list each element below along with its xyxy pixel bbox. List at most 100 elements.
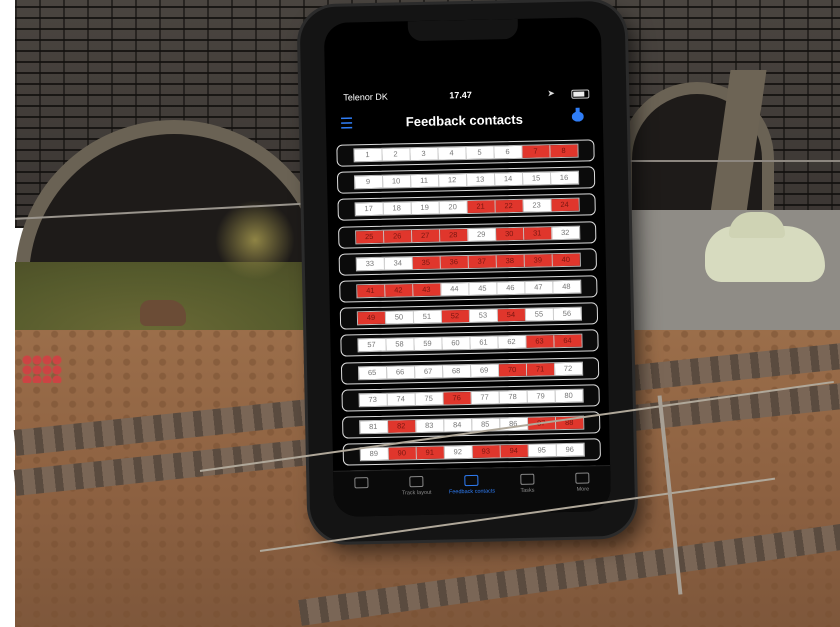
contact-cell-21[interactable]: 21 (467, 200, 496, 214)
contact-cell-52[interactable]: 52 (441, 310, 470, 323)
contact-cell-33[interactable]: 33 (356, 257, 385, 271)
contact-cell-72[interactable]: 72 (554, 362, 582, 375)
contact-cell-12[interactable]: 12 (438, 174, 467, 187)
contact-cell-18[interactable]: 18 (383, 202, 412, 216)
contact-cell-91[interactable]: 91 (416, 446, 445, 460)
navigation-bar: ☰ Feedback contacts (326, 107, 603, 137)
contact-cell-35[interactable]: 35 (412, 256, 441, 269)
contact-cell-37[interactable]: 37 (468, 255, 497, 268)
contact-cell-36[interactable]: 36 (440, 255, 469, 269)
contact-cell-96[interactable]: 96 (556, 443, 584, 457)
contact-cell-53[interactable]: 53 (469, 309, 498, 323)
contact-cell-3[interactable]: 3 (409, 147, 439, 161)
contact-cell-4[interactable]: 4 (437, 147, 467, 160)
contact-cell-8[interactable]: 8 (549, 144, 578, 158)
contact-cell-9[interactable]: 9 (354, 175, 383, 189)
contact-cell-28[interactable]: 28 (439, 228, 468, 242)
contact-cell-74[interactable]: 74 (387, 392, 416, 406)
contact-cell-62[interactable]: 62 (497, 336, 527, 349)
contact-cell-11[interactable]: 11 (410, 174, 439, 188)
contact-cell-64[interactable]: 64 (553, 334, 582, 348)
contact-cell-24[interactable]: 24 (551, 199, 579, 212)
power-toggle-icon[interactable] (571, 107, 584, 122)
contact-cell-55[interactable]: 55 (525, 308, 554, 321)
contact-cell-71[interactable]: 71 (526, 362, 555, 376)
contact-cell-76[interactable]: 76 (443, 391, 472, 405)
contact-cell-93[interactable]: 93 (472, 445, 501, 459)
contact-cell-69[interactable]: 69 (470, 363, 499, 377)
contact-cell-47[interactable]: 47 (524, 281, 553, 294)
contact-cell-65[interactable]: 65 (358, 366, 387, 379)
contact-cell-68[interactable]: 68 (442, 364, 471, 378)
contact-cell-39[interactable]: 39 (524, 253, 553, 267)
contact-cell-80[interactable]: 80 (554, 389, 583, 402)
contact-cell-63[interactable]: 63 (525, 335, 555, 349)
contact-cell-32[interactable]: 32 (551, 226, 579, 239)
contact-cell-15[interactable]: 15 (522, 172, 551, 186)
contact-cell-57[interactable]: 57 (357, 339, 387, 352)
contact-cell-25[interactable]: 25 (355, 230, 384, 243)
contact-cell-19[interactable]: 19 (411, 201, 440, 215)
contact-cell-56[interactable]: 56 (553, 307, 581, 321)
contact-cell-45[interactable]: 45 (468, 282, 497, 295)
contact-cell-83[interactable]: 83 (415, 419, 444, 432)
contact-cell-54[interactable]: 54 (497, 308, 526, 322)
contact-cell-50[interactable]: 50 (385, 311, 414, 324)
contact-cell-73[interactable]: 73 (359, 393, 388, 406)
contact-cell-43[interactable]: 43 (412, 283, 441, 297)
tab-track-layout[interactable]: Track layout (389, 470, 444, 517)
contact-cell-77[interactable]: 77 (471, 391, 500, 404)
contact-cell-7[interactable]: 7 (521, 145, 551, 158)
contact-cell-22[interactable]: 22 (495, 200, 524, 213)
contact-cell-14[interactable]: 14 (494, 173, 523, 186)
contact-cell-81[interactable]: 81 (359, 420, 388, 434)
contact-cell-30[interactable]: 30 (495, 227, 524, 240)
contact-cell-90[interactable]: 90 (388, 447, 417, 460)
contact-cell-16[interactable]: 16 (550, 171, 578, 185)
contact-cell-44[interactable]: 44 (440, 282, 469, 296)
contact-cell-82[interactable]: 82 (387, 419, 416, 433)
contact-cell-31[interactable]: 31 (523, 226, 552, 240)
tab-tasks[interactable]: Tasks (500, 467, 555, 514)
contact-cell-61[interactable]: 61 (469, 336, 499, 350)
contact-cell-89[interactable]: 89 (360, 447, 389, 461)
contact-cell-95[interactable]: 95 (528, 444, 557, 457)
contact-cell-79[interactable]: 79 (527, 389, 556, 403)
contact-cell-42[interactable]: 42 (384, 284, 414, 297)
contact-cell-51[interactable]: 51 (413, 310, 442, 324)
contact-cell-46[interactable]: 46 (496, 281, 525, 295)
contact-cell-17[interactable]: 17 (355, 203, 384, 216)
contact-cell-2[interactable]: 2 (381, 148, 411, 161)
contact-cell-75[interactable]: 75 (415, 392, 444, 405)
contact-cell-60[interactable]: 60 (441, 337, 471, 350)
contact-cell-78[interactable]: 78 (499, 390, 528, 404)
contact-cell-59[interactable]: 59 (413, 337, 443, 351)
contact-cell-70[interactable]: 70 (498, 363, 527, 376)
contact-cell-48[interactable]: 48 (552, 280, 580, 294)
contact-cell-67[interactable]: 67 (414, 365, 443, 378)
contact-cell-10[interactable]: 10 (382, 175, 411, 188)
contact-cell-38[interactable]: 38 (496, 254, 525, 268)
contact-cell-92[interactable]: 92 (444, 446, 473, 459)
contact-cell-1[interactable]: 1 (353, 148, 383, 162)
contact-cell-27[interactable]: 27 (411, 229, 440, 242)
tab-feedback-contacts[interactable]: Feedback contacts (445, 468, 500, 515)
tab-locomotive[interactable] (334, 471, 389, 517)
contact-cell-13[interactable]: 13 (466, 173, 495, 187)
contact-cell-26[interactable]: 26 (383, 229, 412, 243)
contact-cell-23[interactable]: 23 (523, 199, 552, 213)
contact-cell-20[interactable]: 20 (439, 201, 468, 214)
contact-cell-6[interactable]: 6 (493, 145, 523, 159)
smartphone: Telenor DK 17.47 ➤ ☰ Feedback contacts 1… (299, 0, 636, 543)
contact-cell-5[interactable]: 5 (465, 146, 495, 160)
contact-cell-66[interactable]: 66 (386, 365, 415, 379)
contact-cell-29[interactable]: 29 (467, 227, 496, 241)
contact-cell-94[interactable]: 94 (500, 444, 529, 458)
contact-cell-40[interactable]: 40 (552, 253, 580, 266)
contact-cell-49[interactable]: 49 (357, 311, 386, 325)
contact-cell-34[interactable]: 34 (384, 256, 413, 270)
more-icon (575, 472, 590, 484)
contact-cell-58[interactable]: 58 (385, 338, 415, 352)
contact-cell-41[interactable]: 41 (356, 284, 386, 298)
contact-cell-84[interactable]: 84 (443, 418, 472, 432)
